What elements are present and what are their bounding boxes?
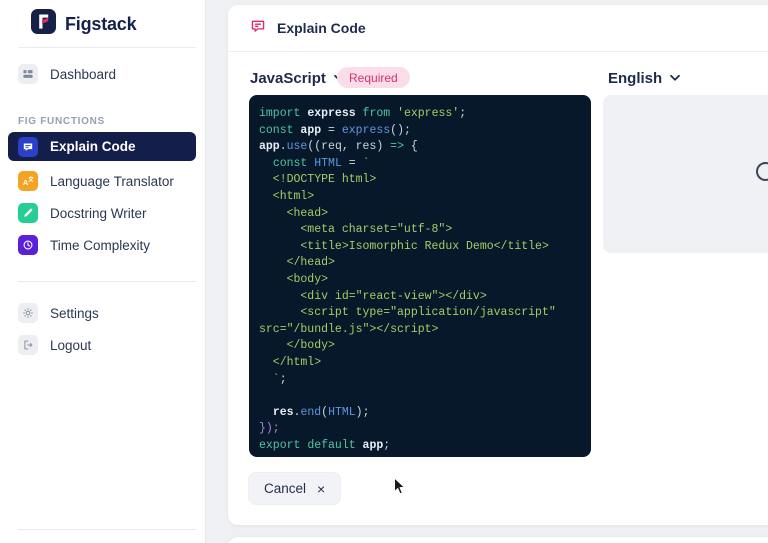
logout-icon [18,335,38,355]
sidebar-item-explain-code[interactable]: Explain Code [8,132,196,161]
chat-bubble-outline-icon [249,17,267,40]
sidebar-item-label: Logout [50,337,92,353]
panel-header: Explain Code [228,5,768,52]
sidebar-item-label: Language Translator [50,173,174,189]
sidebar-item-dashboard[interactable]: Dashboard [8,60,196,88]
sidebar-item-settings[interactable]: Settings [8,299,196,327]
sidebar: Figstack Dashboard FIG FUNCTIONS Explain… [0,0,206,543]
pencil-icon [18,203,38,223]
explain-code-panel: Explain Code JavaScript Required English… [228,5,768,525]
divider [18,529,196,530]
gear-icon [18,303,38,323]
language-dropdown-value: JavaScript [250,69,326,87]
figstack-logo[interactable]: Figstack [31,9,137,39]
required-badge: Required [337,67,410,88]
sidebar-item-docstring-writer[interactable]: Docstring Writer [8,199,196,227]
sidebar-item-label: Settings [50,305,99,321]
close-icon: × [317,480,326,497]
svg-text:A: A [23,178,29,187]
figstack-logo-icon [31,9,56,39]
panel-title: Explain Code [277,20,366,36]
sidebar-item-label: Docstring Writer [50,205,147,221]
sidebar-item-label: Explain Code [50,139,136,154]
sidebar-item-logout[interactable]: Logout [8,331,196,359]
divider [18,281,196,282]
output-language-dropdown[interactable]: English [608,67,681,89]
sidebar-item-label: Time Complexity [50,237,151,253]
output-language-dropdown-value: English [608,69,663,87]
sidebar-item-time-complexity[interactable]: Time Complexity [8,231,196,259]
code-editor[interactable]: import express from 'express'; const app … [249,95,591,457]
cancel-button[interactable]: Cancel × [248,472,342,505]
clock-icon [18,235,38,255]
code-editor-content: import express from 'express'; const app … [259,107,556,452]
language-dropdown[interactable]: JavaScript [250,67,345,89]
divider [18,47,196,48]
sidebar-section-label: FIG FUNCTIONS [18,116,105,127]
spinner-icon [756,162,768,181]
output-panel [603,95,768,253]
cancel-button-label: Cancel [264,481,307,496]
chat-bubble-icon [18,136,38,157]
chevron-down-icon [669,69,681,87]
app-title: Figstack [65,13,137,34]
translate-icon: A [18,171,38,191]
app-screen: Figstack Dashboard FIG FUNCTIONS Explain… [0,0,768,543]
sidebar-item-label: Dashboard [50,66,117,82]
dashboard-icon [18,64,38,84]
sidebar-item-language-translator[interactable]: A Language Translator [8,167,196,195]
next-panel-edge [228,537,768,543]
